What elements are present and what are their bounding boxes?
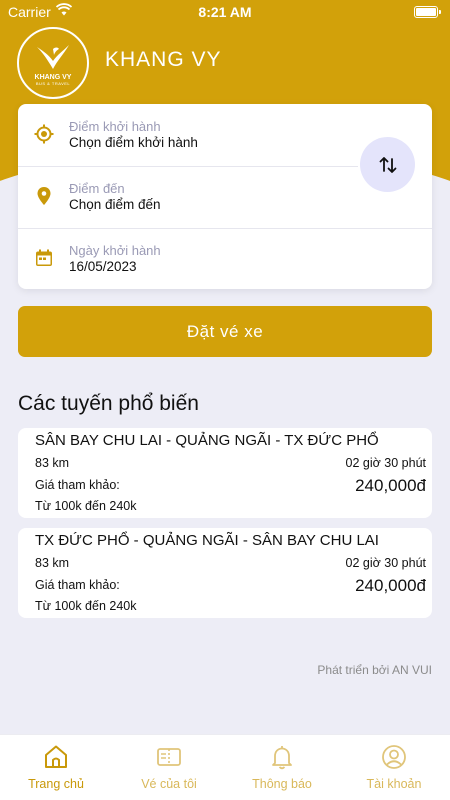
departure-date-field[interactable]: Ngày khởi hành 16/05/2023 bbox=[18, 228, 432, 290]
battery-icon bbox=[414, 6, 441, 18]
tab-my-tickets[interactable]: Vé của tôi bbox=[113, 735, 225, 800]
route-price-range: Từ 100k đến 240k bbox=[35, 499, 137, 513]
popular-routes-title: Các tuyến phổ biến bbox=[18, 392, 199, 415]
departure-date-value: 16/05/2023 bbox=[69, 259, 137, 274]
tab-account[interactable]: Tài khoản bbox=[338, 735, 450, 800]
logo-name: KHANG VY bbox=[34, 73, 72, 81]
route-price-label: Giá tham khảo: bbox=[35, 578, 120, 592]
route-price: 240,000đ bbox=[355, 476, 426, 495]
route-price-range: Từ 100k đến 240k bbox=[35, 599, 137, 613]
account-icon bbox=[380, 743, 408, 771]
logo-subtitle: BUS & TRAVEL bbox=[35, 80, 71, 86]
tab-label: Thông báo bbox=[252, 777, 312, 791]
route-card[interactable]: SÂN BAY CHU LAI - QUẢNG NGÃI - TX ĐỨC PH… bbox=[18, 428, 432, 518]
map-pin-icon bbox=[34, 186, 54, 206]
route-name: TX ĐỨC PHỔ - QUẢNG NGÃI - SÂN BAY CHU LA… bbox=[35, 532, 379, 549]
trip-search-card: Điểm khởi hành Chọn điểm khởi hành Điểm … bbox=[18, 104, 432, 289]
bell-icon bbox=[268, 743, 296, 771]
route-name: SÂN BAY CHU LAI - QUẢNG NGÃI - TX ĐỨC PH… bbox=[35, 432, 379, 449]
book-ticket-button[interactable]: Đặt vé xe bbox=[18, 306, 432, 357]
tab-label: Tài khoản bbox=[366, 777, 422, 791]
ticket-icon bbox=[155, 743, 183, 771]
route-duration: 02 giờ 30 phút bbox=[345, 456, 426, 470]
departure-date-label: Ngày khởi hành bbox=[69, 243, 161, 258]
tab-label: Trang chủ bbox=[28, 777, 84, 791]
calendar-icon bbox=[34, 248, 54, 268]
status-bar: Carrier 8:21 AM bbox=[0, 0, 450, 24]
route-distance: 83 km bbox=[35, 456, 70, 470]
brand-title: KHANG VY bbox=[105, 48, 222, 71]
destination-value: Chọn điểm đến bbox=[69, 197, 161, 212]
developer-credit: Phát triển bởi AN VUI bbox=[317, 663, 432, 677]
brand-logo: KHANG VY BUS & TRAVEL bbox=[17, 27, 89, 99]
tab-label: Vé của tôi bbox=[141, 777, 197, 791]
location-target-icon bbox=[34, 124, 54, 144]
route-price-label: Giá tham khảo: bbox=[35, 478, 120, 492]
home-icon bbox=[42, 743, 70, 771]
clock: 8:21 AM bbox=[198, 4, 252, 20]
route-duration: 02 giờ 30 phút bbox=[345, 556, 426, 570]
bird-logo-icon bbox=[37, 44, 69, 69]
tab-home[interactable]: Trang chủ bbox=[0, 735, 112, 800]
route-card[interactable]: TX ĐỨC PHỔ - QUẢNG NGÃI - SÂN BAY CHU LA… bbox=[18, 528, 432, 618]
tab-notifications[interactable]: Thông báo bbox=[226, 735, 338, 800]
swap-locations-button[interactable] bbox=[360, 137, 415, 192]
bottom-tab-bar: Trang chủ Vé của tôi Thông báo Tài khoản bbox=[0, 734, 450, 800]
origin-label: Điểm khởi hành bbox=[69, 119, 161, 134]
origin-value: Chọn điểm khởi hành bbox=[69, 135, 198, 150]
swap-vertical-icon bbox=[379, 156, 396, 173]
route-distance: 83 km bbox=[35, 556, 70, 570]
route-price: 240,000đ bbox=[355, 576, 426, 595]
destination-label: Điểm đến bbox=[69, 181, 125, 196]
